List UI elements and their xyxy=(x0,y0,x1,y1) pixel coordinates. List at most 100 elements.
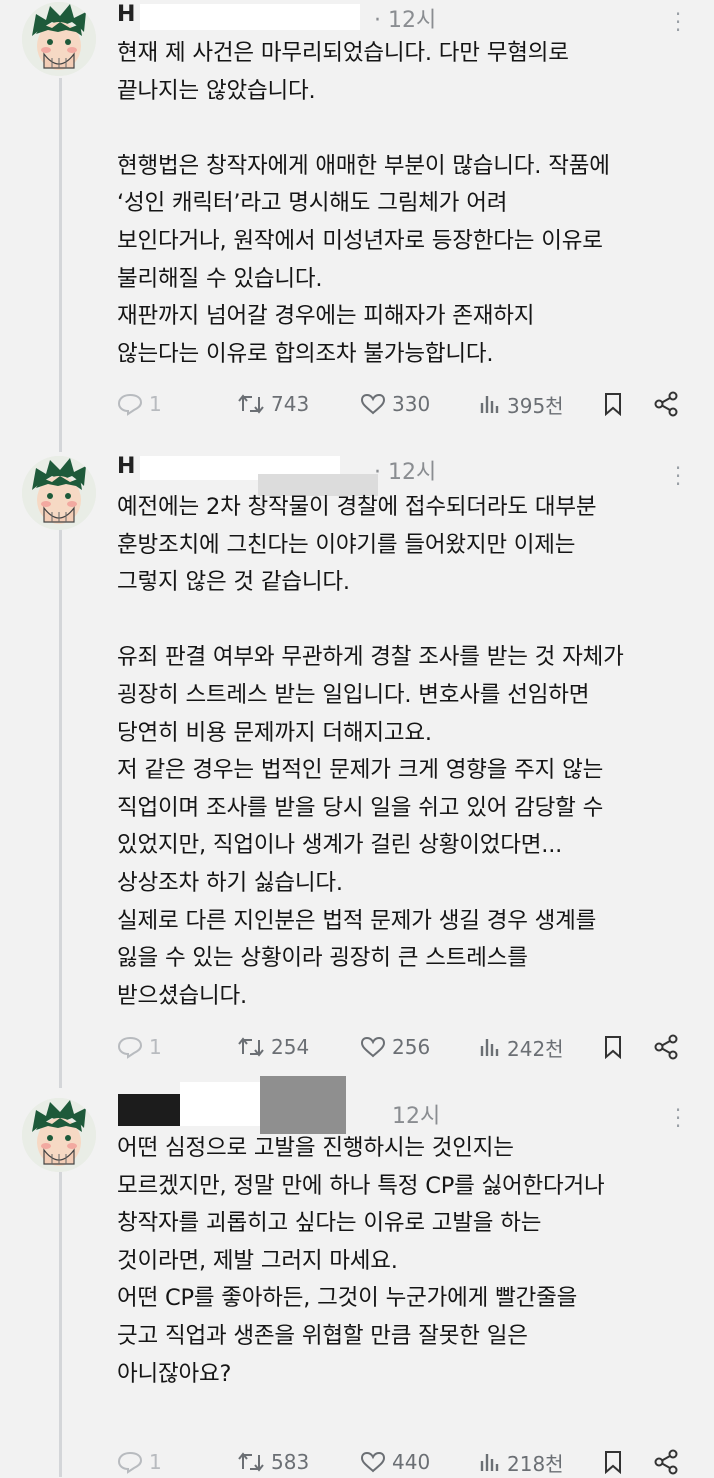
views-icon xyxy=(480,1039,499,1056)
views-button[interactable]: 218천 xyxy=(479,1446,564,1478)
text-line: 끝나지는 않았습니다. xyxy=(117,77,316,104)
text-line: 저 같은 경우는 법적인 문제가 크게 영향을 주지 않는 xyxy=(117,757,604,784)
retweet-button[interactable]: 743 xyxy=(237,388,309,420)
views-button[interactable]: 395천 xyxy=(479,388,564,420)
tweet-text: 현재 제 사건은 마무리되었습니다. 다만 무혐의로 끝나지는 않았습니다. 현… xyxy=(117,35,697,373)
text-line: ‘성인 캐릭터’라고 명시해도 그림체가 어려 xyxy=(117,190,508,217)
views-count: 218천 xyxy=(507,1451,564,1476)
bookmark-button[interactable] xyxy=(603,388,623,420)
bookmark-icon xyxy=(605,1451,621,1474)
tweet-header: H xyxy=(117,2,135,32)
views-button[interactable]: 242천 xyxy=(479,1031,564,1063)
reply-count: 1 xyxy=(149,1450,162,1474)
avatar-icon xyxy=(22,2,96,76)
redacted-author xyxy=(140,4,360,30)
share-button[interactable] xyxy=(653,388,679,420)
reply-count: 1 xyxy=(149,392,162,416)
heart-icon xyxy=(360,393,386,415)
tweet-time[interactable]: 12시 xyxy=(392,1104,440,1129)
tweet-actions: 1 743 330 395천 xyxy=(117,388,697,420)
text-line: 현재 제 사건은 마무리되었습니다. 다만 무혐의로 xyxy=(117,40,569,66)
retweet-button[interactable]: 254 xyxy=(237,1031,309,1063)
bookmark-icon xyxy=(605,393,621,416)
views-count: 395천 xyxy=(507,393,564,418)
reply-button[interactable]: 1 xyxy=(117,1446,162,1478)
avatar-icon xyxy=(22,1098,96,1172)
retweet-icon xyxy=(238,394,264,414)
text-line: 있었지만, 직업이나 생계가 걸린 상황이었다면... xyxy=(117,832,563,859)
like-count: 256 xyxy=(392,1035,431,1059)
reply-icon xyxy=(117,393,143,416)
avatar[interactable] xyxy=(22,1098,96,1172)
views-count: 242천 xyxy=(507,1036,564,1061)
tweet-actions: 1 254 256 242천 xyxy=(117,1031,697,1063)
text-line: 그렇지 않은 것 같습니다. xyxy=(117,569,350,596)
text-line: 받으셨습니다. xyxy=(117,982,247,1009)
text-line: 않는다는 이유로 합의조차 불가능합니다. xyxy=(117,340,494,367)
tweet-time-wrap: · 12시 xyxy=(374,2,436,33)
like-count: 330 xyxy=(392,392,431,416)
bookmark-button[interactable] xyxy=(603,1031,623,1063)
share-icon xyxy=(654,391,678,417)
share-icon xyxy=(654,1034,678,1060)
text-line: 것이라면, 제발 그러지 마세요. xyxy=(117,1247,398,1274)
like-count: 440 xyxy=(392,1450,431,1474)
text-line-blank xyxy=(117,110,697,148)
retweet-button[interactable]: 583 xyxy=(237,1446,309,1478)
author-name[interactable]: H xyxy=(117,454,135,479)
reply-button[interactable]: 1 xyxy=(117,388,162,420)
avatar-icon xyxy=(22,456,96,530)
tweet-time[interactable]: · 12시 xyxy=(374,8,436,33)
text-line: 불리해질 수 있습니다. xyxy=(117,265,323,292)
retweet-count: 743 xyxy=(271,392,310,416)
bookmark-button[interactable] xyxy=(603,1446,623,1478)
avatar[interactable] xyxy=(22,456,96,530)
reply-icon xyxy=(117,1451,143,1474)
text-line: 당연히 비용 문제까지 더해지고요. xyxy=(117,719,432,746)
tweet-header: H xyxy=(117,454,135,484)
text-line: 훈방조치에 그친다는 이야기를 들어왔지만 이제는 xyxy=(117,531,576,558)
text-line: 예전에는 2차 창작물이 경찰에 접수되더라도 대부분 xyxy=(117,494,597,520)
reply-button[interactable]: 1 xyxy=(117,1031,162,1063)
text-line: 현행법은 창작자에게 애매한 부분이 많습니다. 작품에 xyxy=(117,152,610,179)
like-button[interactable]: 440 xyxy=(360,1446,430,1478)
like-button[interactable]: 330 xyxy=(360,388,430,420)
text-line-blank xyxy=(117,602,697,640)
text-line: 모르겠지만, 정말 만에 하나 특정 CP를 싫어한다거나 xyxy=(117,1172,605,1199)
text-line: 잃을 수 있는 상황이라 굉장히 큰 스트레스를 xyxy=(117,945,528,972)
retweet-count: 583 xyxy=(271,1450,310,1474)
heart-icon xyxy=(360,1451,386,1473)
text-line: 어떤 CP를 좋아하든, 그것이 누군가에게 빨간줄을 xyxy=(117,1285,578,1312)
tweet-text: 예전에는 2차 창작물이 경찰에 접수되더라도 대부분 훈방조치에 그친다는 이… xyxy=(117,489,697,1015)
tweet-time[interactable]: · 12시 xyxy=(374,460,436,485)
text-line: 아니잖아요? xyxy=(117,1360,232,1387)
share-button[interactable] xyxy=(653,1031,679,1063)
tweet[interactable]: H · 12시 · · · 현재 제 사건은 마무리되었습니다. 다만 무혐의로 끝… xyxy=(0,0,714,430)
tweet[interactable]: 12시 · · · 어떤 심정으로 고발을 진행하시는 것인지는 모르겠지만, 정말… xyxy=(0,1076,714,1478)
avatar[interactable] xyxy=(22,2,96,76)
share-button[interactable] xyxy=(653,1446,679,1478)
reply-count: 1 xyxy=(149,1035,162,1059)
redacted-author xyxy=(118,1094,180,1126)
tweet-text: 어떤 심정으로 고발을 진행하시는 것인지는 모르겠지만, 정말 만에 하나 특… xyxy=(117,1130,697,1393)
text-line: 보인다거나, 원작에서 미성년자로 등장한다는 이유로 xyxy=(117,227,603,254)
like-button[interactable]: 256 xyxy=(360,1031,430,1063)
text-line: 직업이며 조사를 받을 당시 일을 쉬고 있어 감당할 수 xyxy=(117,794,604,821)
author-name[interactable]: H xyxy=(117,2,135,27)
retweet-icon xyxy=(238,1037,264,1057)
tweet[interactable]: H · 12시 · · · 예전에는 2차 창작물이 경찰에 접수되더라도 대부분 … xyxy=(0,450,714,1070)
tweet-header: 12시 xyxy=(392,1098,440,1129)
tweet-actions: 1 583 440 218천 xyxy=(117,1446,697,1478)
share-icon xyxy=(654,1449,678,1475)
redacted-author xyxy=(180,1082,260,1126)
heart-icon xyxy=(360,1036,386,1058)
text-line: 재판까지 넘어갈 경우에는 피해자가 존재하지 xyxy=(117,303,535,330)
reply-icon xyxy=(117,1036,143,1059)
text-line: 상상조차 하기 싫습니다. xyxy=(117,869,343,896)
tweet-time-wrap: · 12시 xyxy=(374,454,436,485)
text-line: 실제로 다른 지인분은 법적 문제가 생길 경우 생계를 xyxy=(117,907,597,934)
views-icon xyxy=(480,1454,499,1471)
text-line: 유죄 판결 여부와 무관하게 경찰 조사를 받는 것 자체가 xyxy=(117,644,624,671)
text-line: 창작자를 괴롭히고 싶다는 이유로 고발을 하는 xyxy=(117,1210,542,1237)
retweet-icon xyxy=(238,1452,264,1472)
